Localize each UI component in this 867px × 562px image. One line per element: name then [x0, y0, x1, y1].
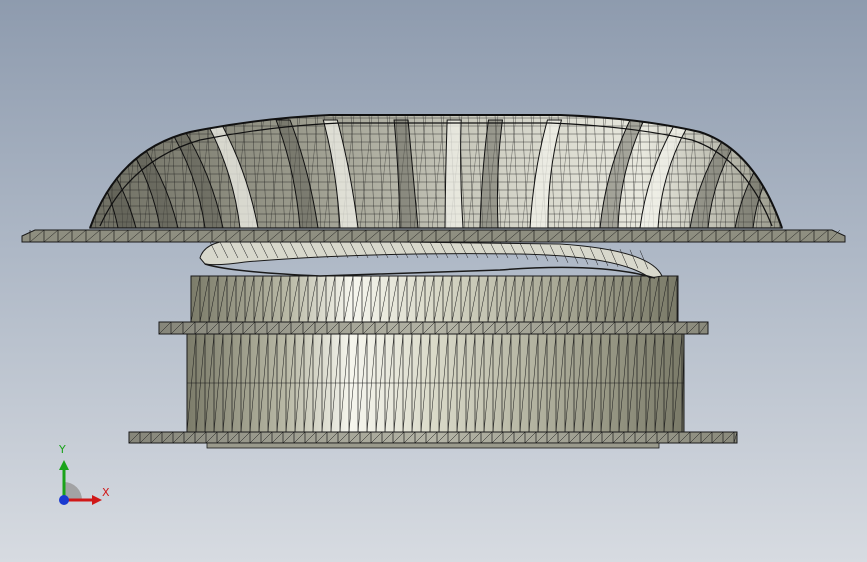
lower-cylinder: [186, 333, 685, 433]
axis-triad: [59, 460, 102, 505]
z-axis-dot-icon: [59, 495, 69, 505]
bottom-flange: [128, 431, 738, 449]
fan-impeller-model[interactable]: [0, 0, 867, 562]
y-axis-label: Y: [59, 443, 66, 456]
upper-cylinder: [190, 275, 679, 323]
impeller-dome: [89, 114, 783, 229]
x-axis-arrowhead-icon: [92, 495, 102, 505]
y-axis-arrowhead-icon: [59, 460, 69, 470]
shroud-flange: [21, 229, 846, 243]
x-axis-label: X: [102, 486, 110, 499]
spiral-ribbon: [199, 239, 663, 279]
middle-ring: [158, 321, 709, 335]
graphics-viewport[interactable]: Y X: [0, 0, 867, 562]
